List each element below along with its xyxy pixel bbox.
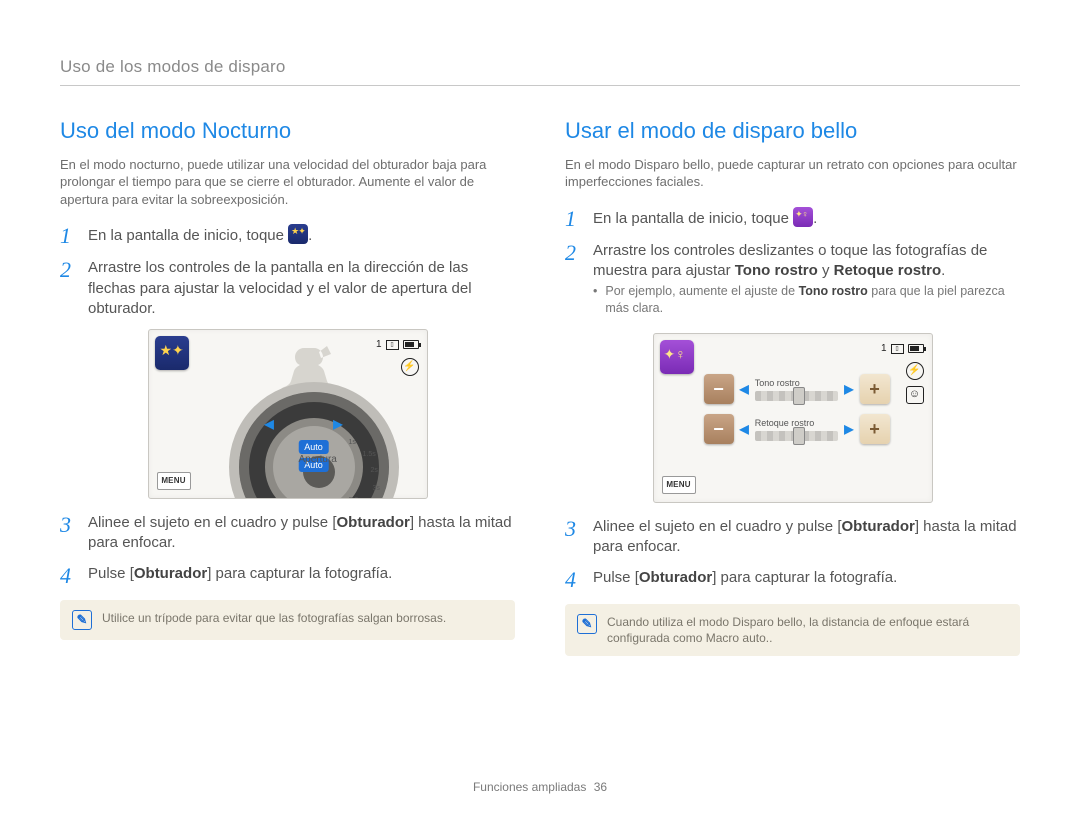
step-body: En la pantalla de inicio, toque . [88, 224, 312, 248]
step-beauty-3: 3 Alinee el sujeto en el cuadro y pulse … [565, 517, 1020, 558]
step-num: 4 [565, 568, 583, 592]
menu-button: MENU [662, 476, 696, 494]
steps-beauty: 1 En la pantalla de inicio, toque . 2 Ar… [565, 207, 1020, 323]
page-number: 36 [594, 780, 607, 794]
step-body: Arrastre los controles deslizantes o toq… [593, 241, 1020, 323]
arrow-right-icon: ▶ [844, 381, 853, 397]
flash-icon [401, 358, 419, 376]
page: Uso de los modos de disparo Uso del modo… [0, 0, 1080, 656]
title-beauty: Usar el modo de disparo bello [565, 116, 1020, 146]
beauty-sliders: ◀ Tono rostro ▶ ◀ Reto [704, 374, 890, 454]
slider-handle [793, 427, 805, 445]
step-body: Alinee el sujeto en el cuadro y pulse [O… [593, 517, 1020, 558]
arrow-left-icon: ◀ [740, 421, 749, 437]
fig-beauty: MENU 1 ▯ ◀ [565, 333, 1020, 503]
beauty-mode-icon [793, 207, 813, 227]
memory-icon: ▯ [386, 340, 399, 350]
step-body: Pulse [Obturador] para capturar la fotog… [88, 564, 392, 588]
steps-beauty-cont: 3 Alinee el sujeto en el cuadro y pulse … [565, 517, 1020, 592]
thumb-minus-icon [704, 374, 734, 404]
apertura-label: Apertura [299, 453, 337, 467]
step-beauty-1: 1 En la pantalla de inicio, toque . [565, 207, 1020, 231]
thumb-plus-icon [860, 374, 890, 404]
note-beauty: ✎ Cuando utiliza el modo Disparo bello, … [565, 604, 1020, 656]
slider-track [755, 391, 839, 401]
note-icon: ✎ [577, 614, 597, 634]
step-num: 3 [565, 517, 583, 558]
night-mode-icon [288, 224, 308, 244]
step-num: 1 [60, 224, 78, 248]
step-num: 4 [60, 564, 78, 588]
tick: 1s [349, 438, 356, 447]
footer: Funciones ampliadas 36 [0, 779, 1080, 795]
step-num: 2 [565, 241, 583, 323]
face-detect-icon [906, 386, 924, 404]
steps-night: 1 En la pantalla de inicio, toque . 2 Ar… [60, 224, 515, 319]
step-num: 1 [565, 207, 583, 231]
status-row: 1 ▯ [881, 342, 924, 356]
step-beauty-4: 4 Pulse [Obturador] para capturar la fot… [565, 568, 1020, 592]
step-beauty-2: 2 Arrastre los controles deslizantes o t… [565, 241, 1020, 323]
slider-tono: ◀ Tono rostro ▶ [704, 374, 890, 404]
arrow-left-icon: ◀ [740, 381, 749, 397]
shutter-dial: Auto Auto 1s 1.5s 2s 3s 3.3 4s [229, 382, 399, 499]
step-body: Pulse [Obturador] para capturar la fotog… [593, 568, 897, 592]
thumb-minus-icon [704, 414, 734, 444]
counter: 1 [881, 342, 887, 356]
step-num: 2 [60, 258, 78, 319]
slider-retoque: ◀ Retoque rostro ▶ [704, 414, 890, 444]
breadcrumb: Uso de los modos de disparo [60, 56, 1020, 86]
arrow-right-icon: ▶ [844, 421, 853, 437]
intro-beauty: En el modo Disparo bello, puede capturar… [565, 156, 1020, 191]
note-text: Utilice un trípode para evitar que las f… [102, 610, 446, 626]
tick: 3.3 [349, 496, 359, 499]
sub-bullet: • Por ejemplo, aumente el ajuste de Tono… [593, 283, 1020, 317]
columns: Uso del modo Nocturno En el modo nocturn… [60, 116, 1020, 656]
slider-track [755, 431, 839, 441]
col-night: Uso del modo Nocturno En el modo nocturn… [60, 116, 515, 656]
screen-beauty: MENU 1 ▯ ◀ [653, 333, 933, 503]
col-beauty: Usar el modo de disparo bello En el modo… [565, 116, 1020, 656]
mode-chip-beauty-icon [660, 340, 694, 374]
thumb-plus-icon [860, 414, 890, 444]
step-night-1: 1 En la pantalla de inicio, toque . [60, 224, 515, 248]
dial-area: Vel. obt. Auto Auto 1s 1.5s 2s 3s 3.3 4s [209, 348, 387, 494]
tick: 1.5s [363, 450, 376, 459]
note-icon: ✎ [72, 610, 92, 630]
title-night: Uso del modo Nocturno [60, 116, 515, 146]
note-text: Cuando utiliza el modo Disparo bello, la… [607, 614, 1008, 646]
battery-icon [908, 344, 924, 353]
note-night: ✎ Utilice un trípode para evitar que las… [60, 600, 515, 640]
step-night-2: 2 Arrastre los controles de la pantalla … [60, 258, 515, 319]
flash-icon [906, 362, 924, 380]
mode-chip-night-icon [155, 336, 189, 370]
step-body: Arrastre los controles de la pantalla en… [88, 258, 515, 319]
step-night-4: 4 Pulse [Obturador] para capturar la fot… [60, 564, 515, 588]
footer-section: Funciones ampliadas [473, 780, 586, 794]
intro-night: En el modo nocturno, puede utilizar una … [60, 156, 515, 209]
battery-icon [403, 340, 419, 349]
bullet-icon: • [593, 283, 597, 317]
slider-handle [793, 387, 805, 405]
step-body: Alinee el sujeto en el cuadro y pulse [O… [88, 513, 515, 554]
tick: 3s [373, 484, 380, 493]
arrow-left-icon: ◀ [265, 416, 274, 432]
arrow-right-icon: ▶ [333, 416, 342, 432]
tick: 2s [371, 466, 378, 475]
steps-night-cont: 3 Alinee el sujeto en el cuadro y pulse … [60, 513, 515, 588]
screen-night: MENU 1 ▯ Vel. obt. [148, 329, 428, 499]
step-num: 3 [60, 513, 78, 554]
fig-night: MENU 1 ▯ Vel. obt. [60, 329, 515, 499]
memory-icon: ▯ [891, 344, 904, 354]
menu-button: MENU [157, 472, 191, 490]
step-night-3: 3 Alinee el sujeto en el cuadro y pulse … [60, 513, 515, 554]
step-body: En la pantalla de inicio, toque . [593, 207, 817, 231]
